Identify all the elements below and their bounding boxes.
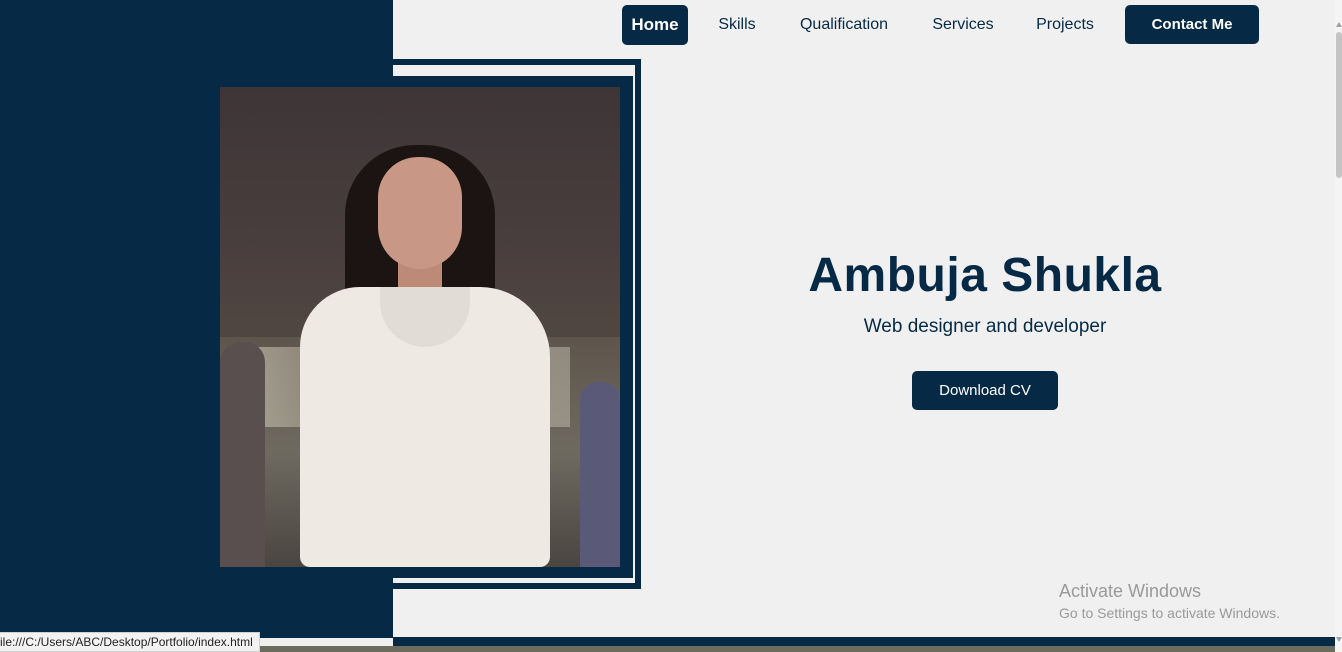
contact-me-button[interactable]: Contact Me — [1125, 5, 1259, 44]
activate-windows-title: Activate Windows — [1059, 581, 1202, 601]
hero-subtitle: Web designer and developer — [863, 316, 1107, 337]
nav-services[interactable]: Services — [922, 5, 1004, 45]
nav-home[interactable]: Home — [622, 5, 688, 45]
bottom-strip — [393, 637, 1335, 646]
download-cv-button[interactable]: Download CV — [912, 371, 1058, 410]
scroll-down-arrow-icon[interactable] — [1336, 637, 1342, 642]
main-nav: Home Skills Qualification Services Proje… — [0, 5, 1335, 45]
nav-qualification[interactable]: Qualification — [786, 5, 902, 45]
nav-projects[interactable]: Projects — [1024, 5, 1106, 45]
profile-photo — [220, 87, 620, 567]
nav-skills[interactable]: Skills — [710, 5, 764, 45]
scrollbar-thumb[interactable] — [1336, 32, 1342, 178]
hero-name: Ambuja Shukla — [808, 249, 1162, 302]
status-bar-url: ile:///C:/Users/ABC/Desktop/Portfolio/in… — [0, 632, 260, 652]
scroll-up-arrow-icon[interactable] — [1336, 22, 1342, 27]
activate-windows-subtitle: Go to Settings to activate Windows. — [1059, 605, 1280, 621]
